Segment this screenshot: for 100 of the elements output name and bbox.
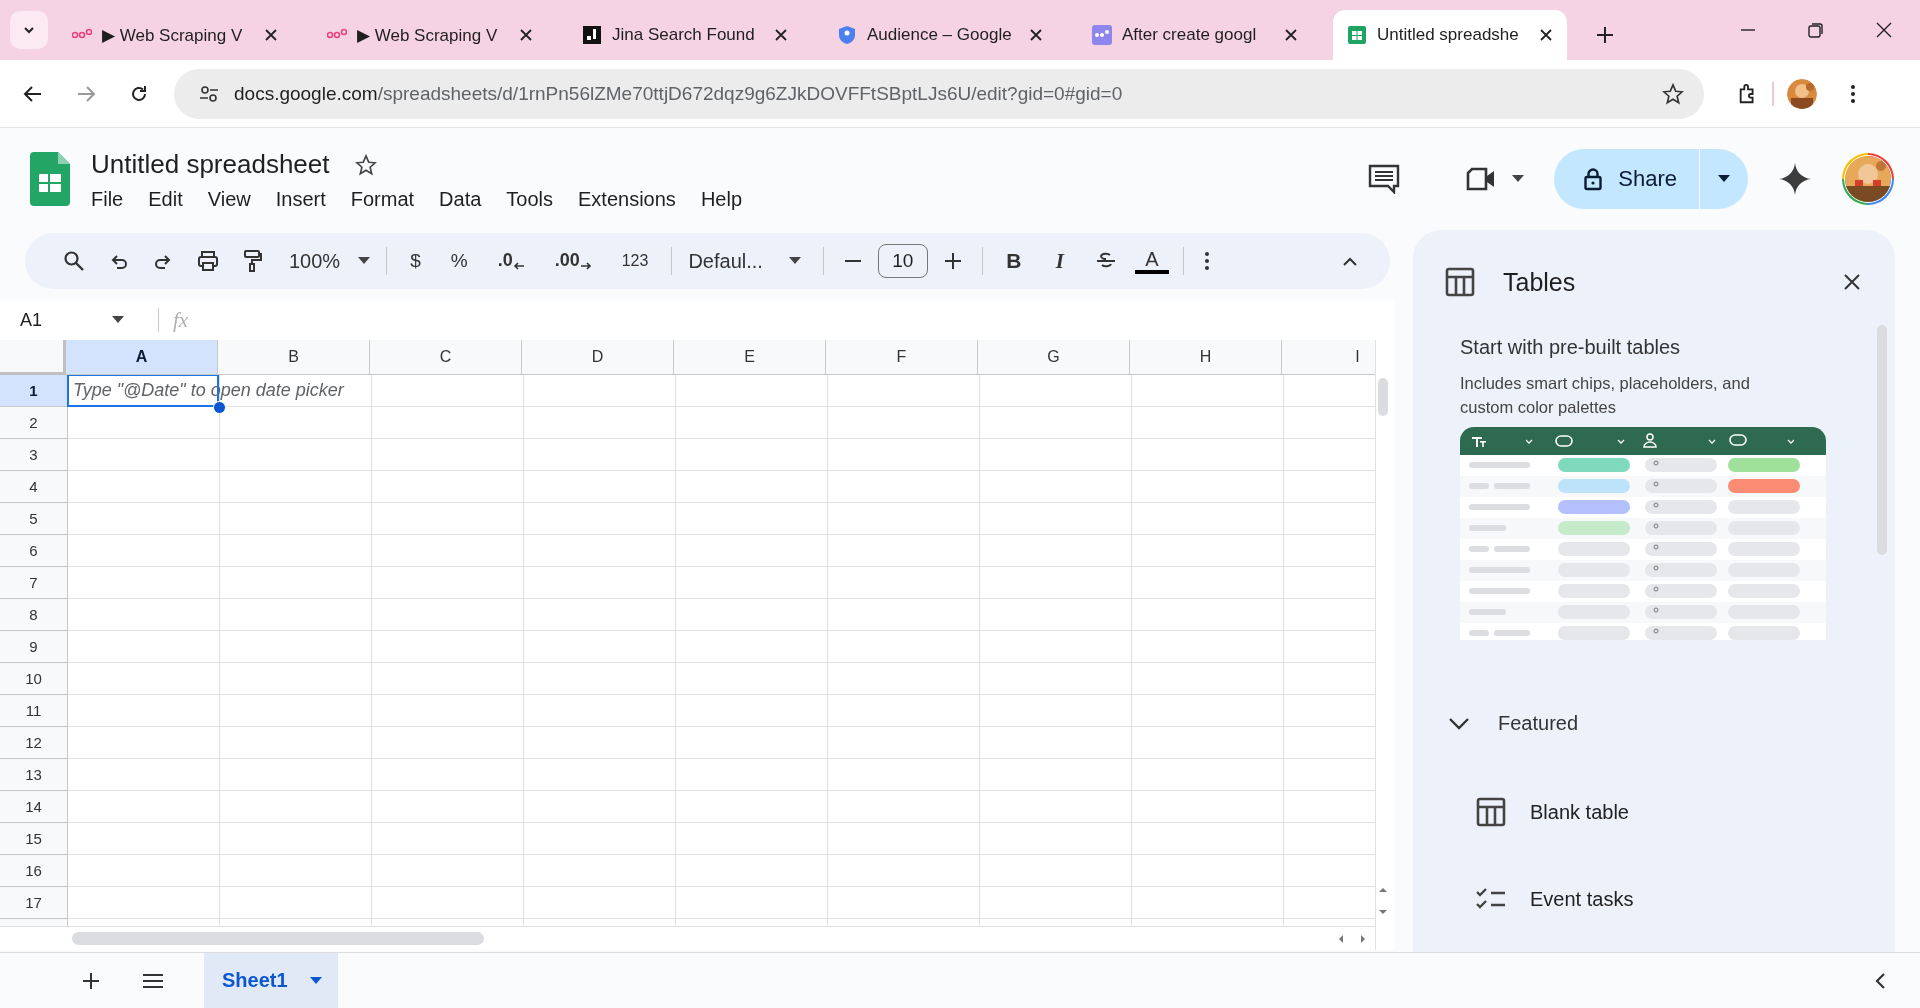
plus-icon[interactable]	[943, 252, 962, 270]
account-button[interactable]	[1842, 153, 1894, 205]
template-item[interactable]: Blank table	[1460, 785, 1865, 839]
menu-item[interactable]: Tools	[498, 186, 562, 213]
browser-tab[interactable]: ▶ Web Scraping V	[58, 10, 292, 60]
row-header[interactable]: 4	[0, 471, 67, 503]
fill-handle[interactable]	[213, 401, 226, 414]
column-header[interactable]: I	[1282, 340, 1375, 375]
percent-button[interactable]: %	[442, 243, 476, 279]
right-arrow-icon	[579, 261, 592, 271]
zoom-dropdown[interactable]: 100%	[281, 243, 379, 279]
browser-tab[interactable]: Jina Search Found	[568, 10, 802, 60]
column-header[interactable]: F	[826, 340, 978, 375]
row-header[interactable]: 10	[0, 663, 67, 695]
template-item[interactable]: Event tasks	[1460, 875, 1865, 923]
restore-icon[interactable]	[1808, 22, 1824, 38]
number-format-button[interactable]: 123	[613, 243, 657, 279]
close-icon[interactable]	[1284, 28, 1298, 42]
scrollbar-thumb[interactable]	[1877, 325, 1887, 555]
column-header[interactable]: D	[522, 340, 674, 375]
font-dropdown[interactable]: Defaul...	[680, 243, 809, 279]
close-icon[interactable]	[1539, 28, 1553, 42]
increase-decimals-button[interactable]: .00	[546, 243, 600, 279]
column-header[interactable]: G	[978, 340, 1130, 375]
tab-title: Untitled spreadshe	[1377, 25, 1520, 45]
sparkle-icon[interactable]	[1778, 162, 1812, 196]
menu-item[interactable]: Insert	[267, 186, 334, 213]
row-header[interactable]: 3	[0, 439, 67, 471]
menu-item[interactable]: Extensions	[570, 186, 684, 213]
star-icon[interactable]	[1662, 82, 1684, 105]
decrease-decimals-button[interactable]: .0	[489, 243, 533, 279]
more-icon[interactable]	[1850, 83, 1856, 104]
name-box[interactable]: A1	[0, 309, 142, 331]
scrollbar-thumb[interactable]	[1378, 378, 1388, 416]
menu-item[interactable]: Help	[692, 186, 750, 213]
comment-icon[interactable]	[1368, 164, 1401, 194]
meet-button[interactable]	[1466, 167, 1525, 191]
bold-button[interactable]: B	[996, 243, 1031, 279]
browser-tab[interactable]: Untitled spreadshe	[1333, 10, 1567, 60]
italic-button[interactable]: I	[1042, 243, 1077, 279]
star-icon[interactable]	[355, 153, 378, 176]
sheets-logo-icon[interactable]	[30, 152, 70, 206]
row-header[interactable]: 14	[0, 791, 67, 823]
currency-button[interactable]: $	[402, 243, 429, 279]
menu-item[interactable]: Edit	[140, 186, 191, 213]
row-header[interactable]: 15	[0, 823, 67, 855]
close-icon[interactable]	[519, 28, 533, 42]
forward-icon[interactable]	[76, 83, 96, 104]
menu-item[interactable]: File	[83, 186, 132, 213]
paint-format-icon[interactable]	[243, 249, 263, 273]
row-header[interactable]: 8	[0, 599, 67, 631]
row-header[interactable]: 13	[0, 759, 67, 791]
new-tab-icon[interactable]	[1596, 26, 1614, 44]
document-title[interactable]: Untitled spreadsheet	[91, 149, 330, 180]
font-size-field[interactable]: 10	[877, 244, 928, 278]
add-sheet-icon[interactable]	[82, 971, 100, 990]
text-color-button[interactable]: A	[1134, 248, 1169, 274]
row-header[interactable]: 17	[0, 887, 67, 919]
browser-tab[interactable]: Audience – Google	[823, 10, 1057, 60]
row-header[interactable]: 11	[0, 695, 67, 727]
close-icon[interactable]	[1876, 22, 1892, 38]
menu-item[interactable]: View	[199, 186, 259, 213]
close-icon[interactable]	[1844, 274, 1860, 290]
menu-item[interactable]: Data	[431, 186, 490, 213]
column-header[interactable]: C	[370, 340, 522, 375]
browser-tab[interactable]: After create googl	[1078, 10, 1312, 60]
menu-icon[interactable]	[142, 972, 164, 989]
close-icon[interactable]	[1029, 28, 1043, 42]
row-header[interactable]: 12	[0, 727, 67, 759]
scrollbar-thumb[interactable]	[72, 932, 484, 945]
row-header[interactable]: 1	[0, 375, 67, 407]
column-header[interactable]: H	[1130, 340, 1282, 375]
shield-icon	[837, 25, 857, 45]
back-icon[interactable]	[23, 83, 43, 104]
chevron-up-icon[interactable]	[1342, 256, 1358, 266]
address-field[interactable]: docs.google.com/spreadsheets/d/1rnPn56lZMe70ttjD672dqz9g6ZJkDOVFFtSBptLJs6U/edit?gid=0#gid=0	[174, 68, 1704, 119]
row-header[interactable]: 9	[0, 631, 67, 663]
table-preview-drawing[interactable]	[1460, 427, 1826, 640]
scroll-arrows-icon[interactable]	[1378, 886, 1388, 916]
row-header[interactable]: 6	[0, 535, 67, 567]
column-header[interactable]: E	[674, 340, 826, 375]
column-header[interactable]: A	[66, 340, 218, 375]
row-header[interactable]: 16	[0, 855, 67, 887]
search-icon[interactable]	[63, 250, 85, 272]
column-header[interactable]: B	[218, 340, 370, 375]
chevron-left-icon[interactable]	[1874, 971, 1886, 990]
row-header[interactable]: 5	[0, 503, 67, 535]
menu-item[interactable]: Format	[342, 186, 423, 213]
section-toggle[interactable]: Featured	[1448, 712, 1865, 735]
row-header[interactable]: 2	[0, 407, 67, 439]
scroll-arrows-icon[interactable]	[1337, 934, 1367, 944]
minus-icon[interactable]	[843, 259, 862, 263]
sheet-tab[interactable]: Sheet1	[204, 953, 338, 1008]
browser-tab[interactable]: ▶ Web Scraping V	[313, 10, 547, 60]
close-icon[interactable]	[774, 28, 788, 42]
reload-icon[interactable]	[129, 83, 149, 104]
more-icon[interactable]	[1203, 251, 1210, 271]
print-icon[interactable]	[197, 250, 219, 272]
close-icon[interactable]	[264, 28, 278, 42]
row-header[interactable]: 7	[0, 567, 67, 599]
